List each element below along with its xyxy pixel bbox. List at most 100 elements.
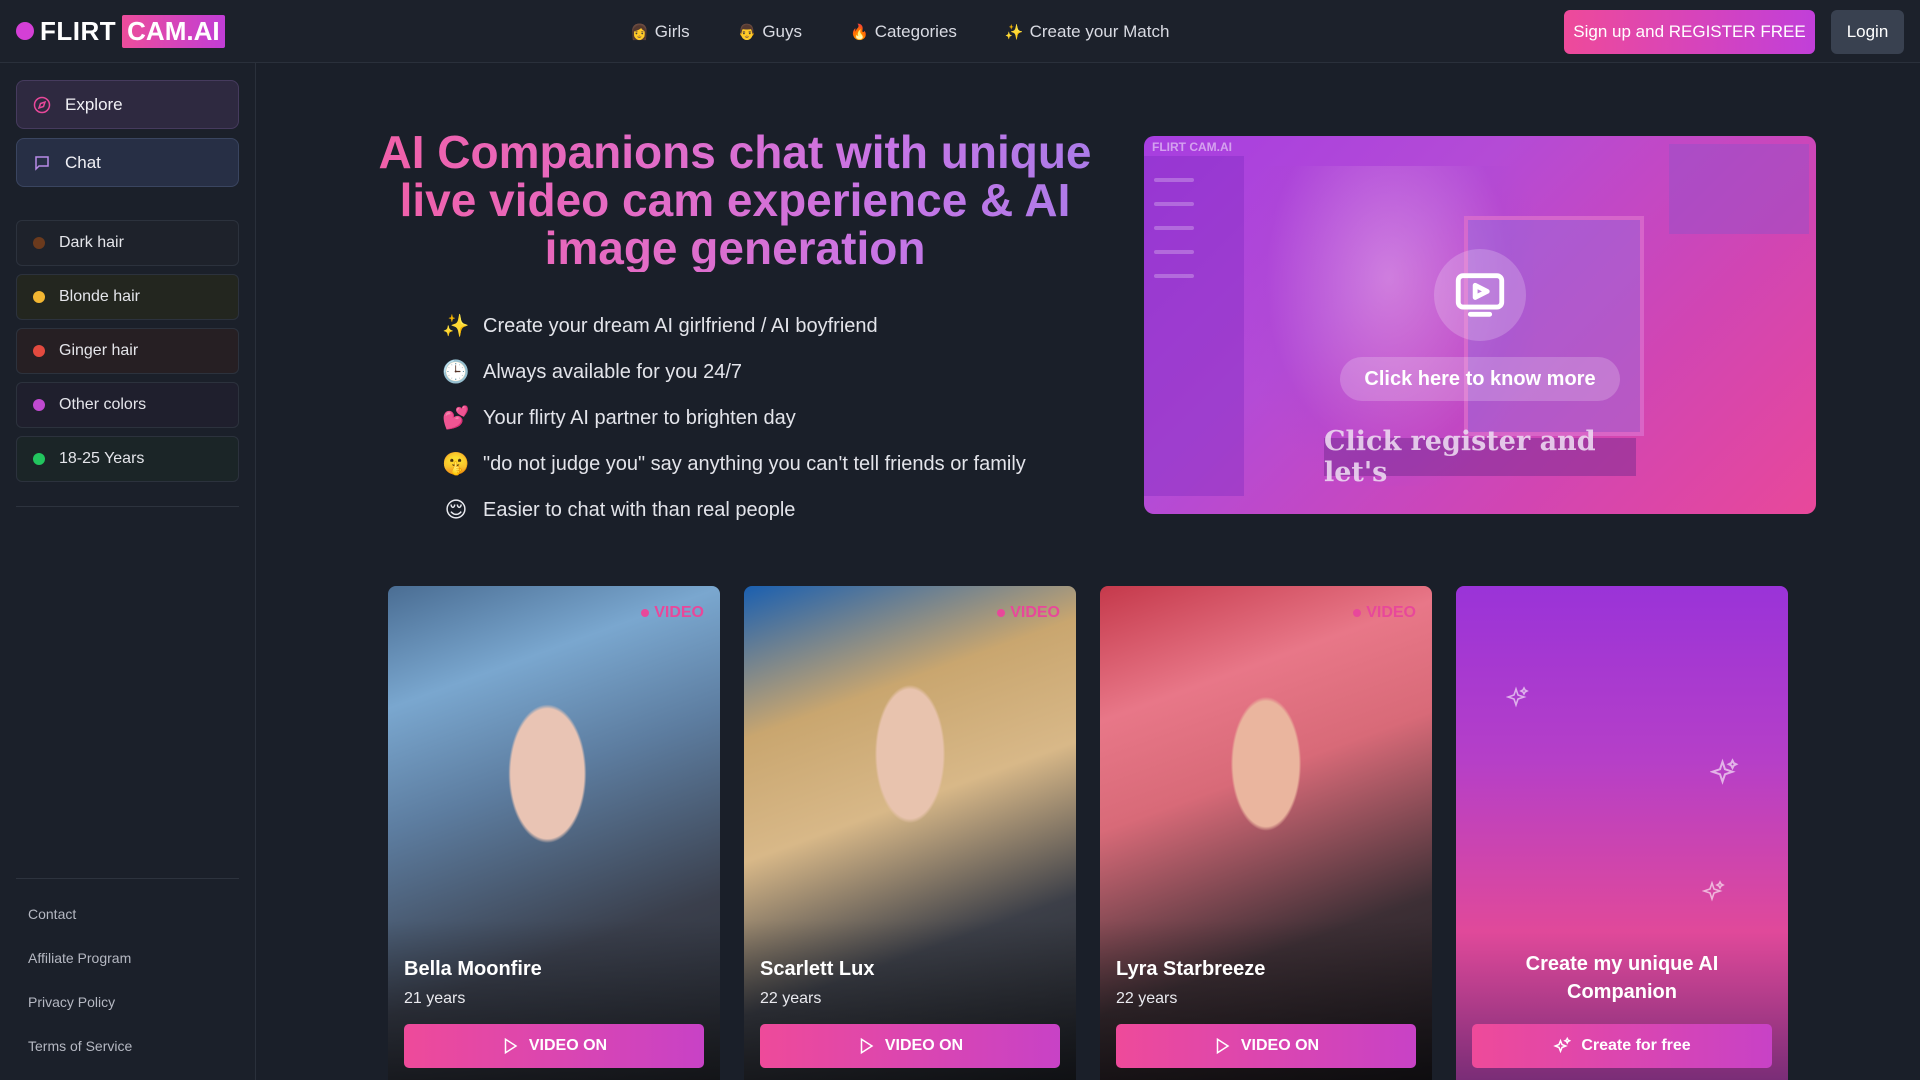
- ginger-hair-dot-icon: [33, 345, 45, 357]
- footer-link-privacy[interactable]: Privacy Policy: [28, 994, 115, 1010]
- nav-girls-label: Girls: [654, 21, 690, 41]
- footer-link-affiliate[interactable]: Affiliate Program: [28, 950, 131, 966]
- promo-preview-row: [1154, 226, 1194, 230]
- companion-age: 22 years: [1116, 990, 1178, 1007]
- feature-text: Create your dream AI girlfriend / AI boy…: [483, 314, 878, 337]
- promo-video-panel[interactable]: FLIRT CAM.AI Click here to know more Cli…: [1144, 136, 1816, 514]
- dark-hair-dot-icon: [33, 237, 45, 249]
- footer-link-contact[interactable]: Contact: [28, 906, 76, 922]
- live-dot-icon: [641, 609, 650, 617]
- filter-ginger-hair-label: Ginger hair: [59, 342, 139, 359]
- video-on-button[interactable]: VIDEO ON: [404, 1024, 704, 1068]
- promo-preview-row: [1154, 274, 1194, 278]
- top-navbar: FLIRT CAM.AI 👩 Girls 👨 Guys 🔥 Categories…: [0, 0, 1920, 63]
- sidebar-item-explore-label: Explore: [65, 94, 123, 114]
- sidebar-footer-divider: [16, 878, 239, 879]
- filter-ginger-hair[interactable]: Ginger hair: [16, 328, 239, 374]
- filter-blonde-hair-label: Blonde hair: [59, 288, 140, 305]
- companion-card[interactable]: VIDEO Lyra Starbreeze 22 years VIDEO ON: [1100, 586, 1432, 1080]
- clock-icon: 🕒: [442, 359, 470, 384]
- companion-name: Scarlett Lux: [760, 958, 875, 980]
- know-more-button[interactable]: Click here to know more: [1340, 357, 1620, 401]
- compass-icon: [33, 96, 51, 113]
- other-colors-dot-icon: [33, 399, 45, 411]
- live-dot-icon: [1353, 609, 1362, 617]
- promo-preview-sidebar: [1144, 156, 1244, 496]
- chat-bubble-icon: [35, 155, 49, 171]
- create-companion-title: Create my unique AI Companion: [1525, 953, 1719, 1003]
- play-icon: [504, 1037, 518, 1055]
- sidebar-divider: [16, 506, 239, 507]
- sparkle-icon: [1506, 686, 1529, 708]
- logo-flirt-text: FLIRT: [40, 15, 117, 46]
- feature-item: 💕 Your flirty AI partner to brighten day: [441, 395, 1026, 441]
- video-on-label: VIDEO ON: [1240, 1037, 1320, 1054]
- blonde-hair-dot-icon: [33, 291, 45, 303]
- feature-text: Your flirty AI partner to brighten day: [483, 406, 796, 429]
- sparkles-icon: ✨: [442, 313, 470, 338]
- nav-categories-label: Categories: [874, 21, 957, 41]
- login-button[interactable]: Login: [1831, 10, 1904, 54]
- logo-dot-icon: [16, 22, 34, 40]
- sparkles-icon: [1553, 1037, 1572, 1054]
- feature-item: ✨ Create your dream AI girlfriend / AI b…: [441, 303, 1026, 349]
- hero-title: AI Companions chat with unique live vide…: [355, 128, 1115, 272]
- sidebar-item-chat[interactable]: Chat: [16, 138, 239, 187]
- sidebar-item-explore[interactable]: Explore: [16, 80, 239, 129]
- age-dot-icon: [33, 453, 45, 465]
- promo-preview-thumbnail: [1669, 144, 1809, 234]
- video-badge: VIDEO: [641, 604, 704, 622]
- filter-18-25-years[interactable]: 18-25 Years: [16, 436, 239, 482]
- companion-name: Lyra Starbreeze: [1116, 958, 1266, 980]
- promo-preview-row: [1154, 202, 1194, 206]
- filter-18-25-years-label: 18-25 Years: [59, 450, 145, 467]
- nav-create-match[interactable]: ✨ Create your Match: [1005, 22, 1170, 42]
- create-for-free-label: Create for free: [1581, 1037, 1691, 1054]
- companion-card[interactable]: VIDEO Bella Moonfire 21 years VIDEO ON: [388, 586, 720, 1080]
- video-on-button[interactable]: VIDEO ON: [1116, 1024, 1416, 1068]
- play-icon: [860, 1037, 874, 1055]
- video-on-button[interactable]: VIDEO ON: [760, 1024, 1060, 1068]
- man-icon: 👨: [737, 23, 757, 41]
- companion-age: 21 years: [404, 990, 466, 1007]
- video-badge-label: VIDEO: [654, 604, 704, 621]
- woman-icon: 👩: [630, 23, 649, 41]
- video-badge-label: VIDEO: [1010, 604, 1060, 621]
- companion-name: Bella Moonfire: [404, 958, 542, 980]
- feature-item: 🕒 Always available for you 24/7: [441, 349, 1026, 395]
- filter-other-colors-label: Other colors: [59, 396, 147, 413]
- play-icon: [1216, 1037, 1230, 1055]
- feature-item: 😌 Easier to chat with than real people: [441, 487, 1026, 533]
- shushing-face-icon: 🤫: [442, 451, 470, 476]
- nav-guys-label: Guys: [762, 21, 803, 41]
- feature-text: Always available for you 24/7: [483, 360, 743, 383]
- main-nav: 👩 Girls 👨 Guys 🔥 Categories ✨ Create you…: [630, 0, 1217, 63]
- footer-link-terms[interactable]: Terms of Service: [28, 1038, 132, 1054]
- fire-icon: 🔥: [850, 23, 869, 41]
- create-companion-card[interactable]: Create my unique AI Companion Create for…: [1456, 586, 1788, 1080]
- sidebar-item-chat-label: Chat: [65, 152, 101, 172]
- video-on-label: VIDEO ON: [884, 1037, 964, 1054]
- sparkle-icon: [1702, 880, 1725, 902]
- promo-video-caption: Click register and let's: [1324, 426, 1636, 488]
- nav-guys[interactable]: 👨 Guys: [738, 22, 802, 42]
- feature-text: Easier to chat with than real people: [483, 498, 796, 521]
- companion-card[interactable]: VIDEO Scarlett Lux 22 years VIDEO ON: [744, 586, 1076, 1080]
- site-logo[interactable]: FLIRT CAM.AI: [16, 13, 225, 49]
- video-play-icon: [1455, 273, 1505, 317]
- video-badge: VIDEO: [1353, 604, 1416, 622]
- two-hearts-icon: 💕: [442, 405, 470, 430]
- create-for-free-button[interactable]: Create for free: [1472, 1024, 1772, 1068]
- sidebar: Explore Chat Dark hair Blonde hair Ginge…: [0, 63, 256, 1080]
- video-badge-label: VIDEO: [1366, 604, 1416, 621]
- nav-categories[interactable]: 🔥 Categories: [850, 22, 957, 42]
- promo-preview-row: [1154, 178, 1194, 182]
- relieved-face-icon: 😌: [444, 497, 468, 522]
- signup-button[interactable]: Sign up and REGISTER FREE: [1564, 10, 1815, 54]
- filter-dark-hair-label: Dark hair: [59, 234, 124, 251]
- play-video-button[interactable]: [1434, 249, 1526, 341]
- filter-other-colors[interactable]: Other colors: [16, 382, 239, 428]
- filter-blonde-hair[interactable]: Blonde hair: [16, 274, 239, 320]
- filter-dark-hair[interactable]: Dark hair: [16, 220, 239, 266]
- nav-girls[interactable]: 👩 Girls: [630, 22, 690, 42]
